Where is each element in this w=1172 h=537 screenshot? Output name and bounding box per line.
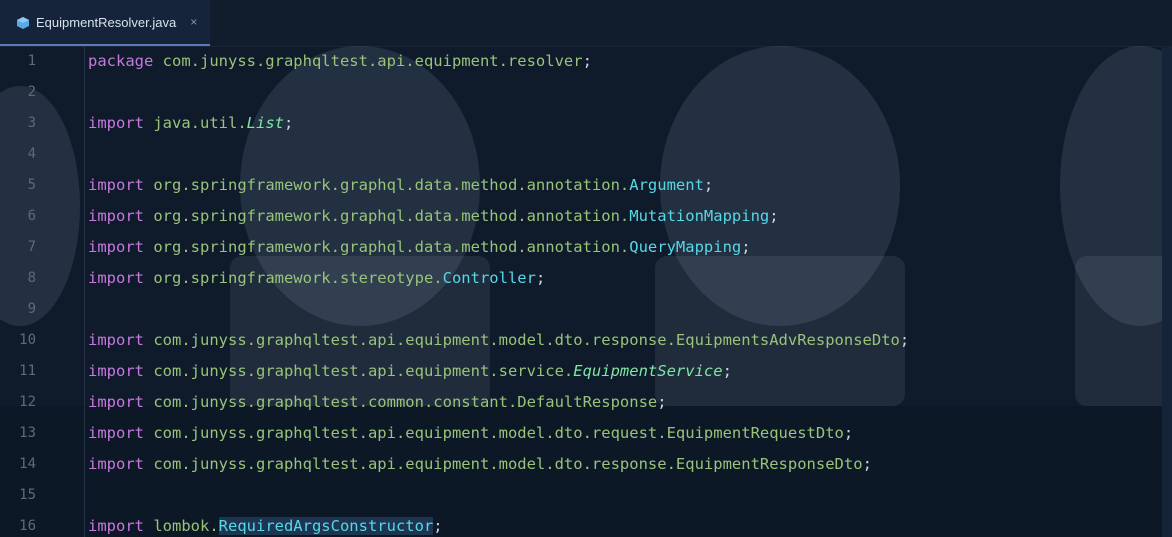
vertical-scrollbar[interactable] <box>1162 46 1172 537</box>
code-line[interactable]: 11 import com.junyss.graphqltest.api.equi… <box>0 356 1172 387</box>
line-number: 11 <box>19 363 36 379</box>
code-text: import com.junyss.graphqltest.api.equipm… <box>88 418 853 449</box>
tab-equipment-resolver[interactable]: EquipmentResolver.java × <box>0 0 210 46</box>
close-icon[interactable]: × <box>190 15 197 29</box>
italic-type-token: List <box>246 114 284 132</box>
line-number: 6 <box>27 208 36 224</box>
java-file-icon <box>16 15 30 29</box>
line-number: 8 <box>27 270 36 286</box>
editor-tab-bar: EquipmentResolver.java × <box>0 0 1172 47</box>
line-number: 14 <box>19 456 36 472</box>
code-line[interactable]: 8 import org.springframework.stereotype.C… <box>0 263 1172 294</box>
keyword-token: import <box>88 331 144 349</box>
code-text: import com.junyss.graphqltest.api.equipm… <box>88 325 909 356</box>
semicolon-token: ; <box>657 393 667 411</box>
line-number: 5 <box>27 177 36 193</box>
line-number: 9 <box>27 301 36 317</box>
line-number: 7 <box>27 239 36 255</box>
keyword-token: import <box>88 424 144 442</box>
semicolon-token: ; <box>722 362 732 380</box>
code-text: import java.util.List; <box>88 108 293 139</box>
code-line[interactable]: 6 import org.springframework.graphql.data… <box>0 201 1172 232</box>
package-token: com.junyss.graphqltest.api.equipment.mod… <box>144 331 900 349</box>
package-token: lombok. <box>144 517 219 535</box>
semicolon-token: ; <box>582 52 592 70</box>
keyword-token: import <box>88 238 144 256</box>
code-lines: 1 package com.junyss.graphqltest.api.equi… <box>0 46 1172 537</box>
code-text: import org.springframework.graphql.data.… <box>88 232 751 263</box>
class-token: MutationMapping <box>629 207 770 225</box>
keyword-token: import <box>88 269 144 287</box>
code-line[interactable]: 7 import org.springframework.graphql.data… <box>0 232 1172 263</box>
class-token: Argument <box>629 176 704 194</box>
code-text: package com.junyss.graphqltest.api.equip… <box>88 46 592 77</box>
line-number: 10 <box>19 332 36 348</box>
italic-type-token: EquipmentService <box>573 362 723 380</box>
code-text: import org.springframework.stereotype.Co… <box>88 263 545 294</box>
code-text: import com.junyss.graphqltest.api.equipm… <box>88 356 732 387</box>
line-number: 16 <box>19 518 36 534</box>
package-token: com.junyss.graphqltest.common.constant.D… <box>144 393 658 411</box>
keyword-token: import <box>88 114 144 132</box>
keyword-token: import <box>88 455 144 473</box>
semicolon-token: ; <box>433 517 443 535</box>
semicolon-token: ; <box>535 269 546 287</box>
package-token: com.junyss.graphqltest.api.equipment.mod… <box>144 455 863 473</box>
code-line[interactable]: 3 import java.util.List; <box>0 108 1172 139</box>
keyword-token: package <box>88 52 154 70</box>
line-number: 4 <box>27 146 36 162</box>
line-number: 3 <box>27 115 36 131</box>
package-token: java.util. <box>144 114 247 132</box>
line-number: 1 <box>27 53 36 69</box>
class-token: Controller <box>442 269 536 287</box>
code-text: import com.junyss.graphqltest.api.equipm… <box>88 449 872 480</box>
semicolon-token: ; <box>769 207 779 225</box>
code-line[interactable]: 14 import com.junyss.graphqltest.api.equi… <box>0 449 1172 480</box>
semicolon-token: ; <box>283 114 294 132</box>
line-number: 15 <box>19 487 36 503</box>
package-token: org.springframework.stereotype. <box>144 269 443 287</box>
code-line[interactable]: 9 <box>0 294 1172 325</box>
line-number: 13 <box>19 425 36 441</box>
line-number: 2 <box>27 84 36 100</box>
class-token: RequiredArgsConstructor <box>218 517 434 535</box>
code-text: import com.junyss.graphqltest.common.con… <box>88 387 667 418</box>
package-token: com.junyss.graphqltest.api.equipment.res… <box>153 52 583 70</box>
keyword-token: import <box>88 517 144 535</box>
code-line[interactable]: 2 <box>0 77 1172 108</box>
code-editor[interactable]: 1 package com.junyss.graphqltest.api.equi… <box>0 46 1172 537</box>
tab-title: EquipmentResolver.java <box>36 14 177 30</box>
code-line[interactable]: 4 <box>0 139 1172 170</box>
code-line[interactable]: 16 import lombok.RequiredArgsConstructor; <box>0 511 1172 537</box>
keyword-token: import <box>88 176 144 194</box>
code-line[interactable]: 12 import com.junyss.graphqltest.common.c… <box>0 387 1172 418</box>
semicolon-token: ; <box>862 455 872 473</box>
package-token: com.junyss.graphqltest.api.equipment.ser… <box>144 362 574 380</box>
keyword-token: import <box>88 393 144 411</box>
keyword-token: import <box>88 207 144 225</box>
package-token: org.springframework.graphql.data.method.… <box>144 238 630 256</box>
package-token: org.springframework.graphql.data.method.… <box>144 176 630 194</box>
semicolon-token: ; <box>703 176 714 194</box>
package-token: com.junyss.graphqltest.api.equipment.mod… <box>144 424 844 442</box>
keyword-token: import <box>88 362 144 380</box>
package-token: org.springframework.graphql.data.method.… <box>144 207 630 225</box>
code-text: import org.springframework.graphql.data.… <box>88 201 779 232</box>
code-text: import org.springframework.graphql.data.… <box>88 170 713 201</box>
line-number: 12 <box>19 394 36 410</box>
code-line[interactable]: 13 import com.junyss.graphqltest.api.equi… <box>0 418 1172 449</box>
class-token: QueryMapping <box>629 238 742 256</box>
code-line[interactable]: 15 <box>0 480 1172 511</box>
semicolon-token: ; <box>843 424 854 442</box>
code-line[interactable]: 5 import org.springframework.graphql.data… <box>0 170 1172 201</box>
semicolon-token: ; <box>899 331 910 349</box>
code-line[interactable]: 10 import com.junyss.graphqltest.api.equi… <box>0 325 1172 356</box>
code-line[interactable]: 1 package com.junyss.graphqltest.api.equi… <box>0 46 1172 77</box>
code-text: import lombok.RequiredArgsConstructor; <box>88 511 443 537</box>
semicolon-token: ; <box>741 238 751 256</box>
